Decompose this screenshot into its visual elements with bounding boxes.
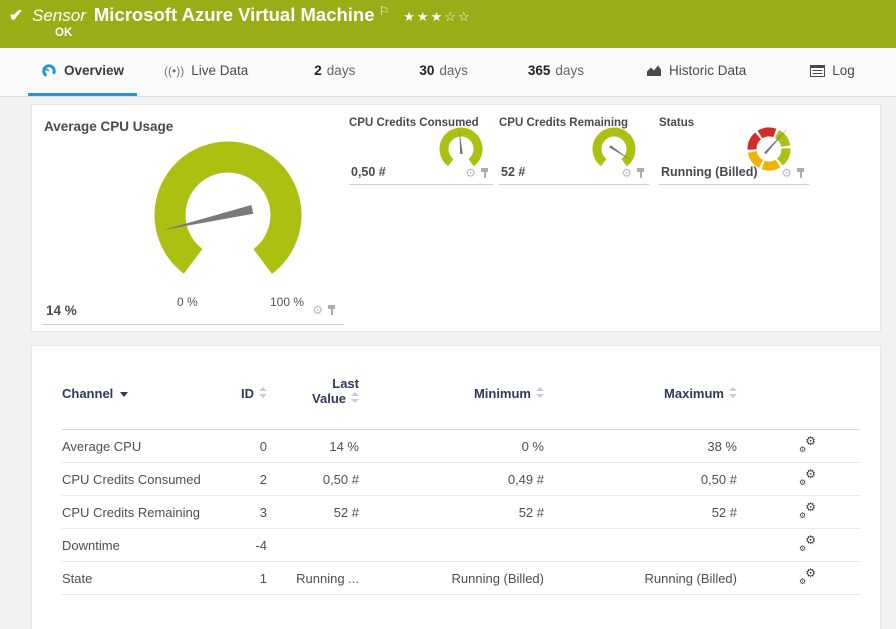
tab-2-days[interactable]: 2 days [301, 48, 368, 96]
tab-log[interactable]: Log [797, 48, 868, 96]
average-cpu-gauge [128, 127, 328, 303]
gauge-panel-average-cpu: Average CPU Usage 0 % 100 % 14 % ⚙ [42, 111, 344, 325]
table-row-average-cpu[interactable]: Average CPU 0 14 % 0 % 38 % ⚙⚙ [62, 430, 860, 463]
channel-id: 1 [237, 571, 267, 586]
stars-empty[interactable]: ☆☆ [444, 9, 471, 24]
credits-consumed-value: 0,50 # [351, 165, 386, 179]
log-icon [810, 65, 825, 77]
channel-settings-gears-icon[interactable]: ⚙⚙ [799, 470, 816, 485]
gauge-settings-gear-icon[interactable]: ⚙ [312, 304, 323, 316]
sort-arrows-icon[interactable] [729, 387, 737, 398]
tab-365-days-number: 365 [528, 63, 551, 78]
sort-caret-icon[interactable] [120, 392, 128, 397]
credits-consumed-gauge [433, 125, 489, 173]
tab-overview-label: Overview [64, 63, 124, 78]
sensor-status-banner: ✔ Sensor Microsoft Azure Virtual Machine ⚐… [0, 0, 896, 48]
channel-maximum: Running (Billed) [544, 571, 737, 586]
status-value: Running (Billed) [661, 165, 758, 179]
column-header-minimum[interactable]: Minimum [359, 376, 544, 401]
channel-minimum: Running (Billed) [359, 571, 544, 586]
tab-live-data-label: Live Data [191, 63, 248, 78]
sort-arrows-icon[interactable] [351, 392, 359, 403]
channel-settings-gears-icon[interactable]: ⚙⚙ [799, 437, 816, 452]
tab-2-days-unit: days [327, 63, 356, 78]
gauge-settings-gear-icon[interactable]: ⚙ [621, 167, 632, 179]
tab-historic-data[interactable]: Historic Data [633, 48, 759, 96]
channel-id: 3 [237, 505, 267, 520]
sort-arrows-icon[interactable] [536, 387, 544, 398]
table-row-downtime[interactable]: Downtime -4 ⚙⚙ [62, 529, 860, 562]
stars-filled[interactable]: ★★★ [403, 9, 444, 24]
ok-check-icon: ✔ [9, 6, 23, 26]
gauge-settings-gear-icon[interactable]: ⚙ [781, 167, 792, 179]
channel-name: CPU Credits Remaining [62, 505, 237, 520]
gauge-pin-icon[interactable] [480, 168, 489, 179]
priority-stars[interactable]: ★★★☆☆ [403, 9, 471, 24]
overview-gauges-card: Average CPU Usage 0 % 100 % 14 % ⚙ CPU C… [31, 104, 881, 332]
channel-last-value: Running ... [267, 571, 359, 586]
gauge-icon [41, 63, 57, 78]
column-header-channel[interactable]: Channel [62, 376, 237, 401]
table-row-credits-remaining[interactable]: CPU Credits Remaining 3 52 # 52 # 52 # ⚙… [62, 496, 860, 529]
channel-maximum: 52 # [544, 505, 737, 520]
channels-table-header: Channel ID Last Value Minimum Maximum [62, 346, 860, 430]
channel-last-value: 52 # [267, 505, 359, 520]
live-data-icon: ((•)) [164, 64, 184, 78]
gauge-max-label: 100 % [270, 295, 304, 309]
channel-name: Average CPU [62, 439, 237, 454]
flag-icon[interactable]: ⚐ [379, 4, 390, 18]
channel-id: 0 [237, 439, 267, 454]
gauge-pin-icon[interactable] [327, 305, 336, 316]
average-cpu-value: 14 % [46, 303, 77, 318]
tab-30-days-number: 30 [419, 63, 434, 78]
credits-remaining-value: 52 # [501, 165, 525, 179]
channel-maximum: 0,50 # [544, 472, 737, 487]
sort-arrows-icon[interactable] [259, 387, 267, 398]
channel-settings-gears-icon[interactable]: ⚙⚙ [799, 569, 816, 584]
gauge-pin-icon[interactable] [636, 168, 645, 179]
table-row-state[interactable]: State 1 Running ... Running (Billed) Run… [62, 562, 860, 595]
tab-30-days[interactable]: 30 days [406, 48, 481, 96]
channel-settings-gears-icon[interactable]: ⚙⚙ [799, 536, 816, 551]
tab-365-days-unit: days [555, 63, 584, 78]
channel-name: State [62, 571, 237, 586]
channel-id: -4 [237, 538, 267, 553]
channel-maximum: 38 % [544, 439, 737, 454]
channel-settings-gears-icon[interactable]: ⚙⚙ [799, 503, 816, 518]
channel-name: Downtime [62, 538, 237, 553]
channel-minimum: 52 # [359, 505, 544, 520]
table-row-credits-consumed[interactable]: CPU Credits Consumed 2 0,50 # 0,49 # 0,5… [62, 463, 860, 496]
column-header-id[interactable]: ID [237, 376, 267, 401]
tab-2-days-number: 2 [314, 63, 322, 78]
channel-minimum: 0 % [359, 439, 544, 454]
channel-minimum: 0,49 # [359, 472, 544, 487]
channel-last-value: 0,50 # [267, 472, 359, 487]
column-header-last-value[interactable]: Last Value [267, 376, 359, 406]
gauge-panel-status: Status Running (Billed) ⚙ [659, 111, 809, 185]
column-header-maximum[interactable]: Maximum [544, 376, 737, 401]
tab-365-days[interactable]: 365 days [515, 48, 597, 96]
credits-remaining-gauge [586, 125, 642, 173]
tab-log-label: Log [832, 63, 855, 78]
tab-overview[interactable]: Overview [28, 48, 137, 96]
channels-table-card: Channel ID Last Value Minimum Maximum Av… [31, 345, 881, 629]
channel-name: CPU Credits Consumed [62, 472, 237, 487]
object-type-label: Sensor [32, 6, 86, 25]
gauge-min-label: 0 % [177, 295, 198, 309]
gauge-settings-gear-icon[interactable]: ⚙ [465, 167, 476, 179]
tab-historic-data-label: Historic Data [669, 63, 746, 78]
gauge-panel-credits-consumed: CPU Credits Consumed 0,50 # ⚙ [349, 111, 493, 185]
sensor-status-text: OK [55, 27, 72, 39]
historic-data-icon [646, 64, 662, 77]
sensor-title: Microsoft Azure Virtual Machine [94, 4, 375, 25]
channel-id: 2 [237, 472, 267, 487]
gauge-panel-credits-remaining: CPU Credits Remaining 52 # ⚙ [499, 111, 649, 185]
tab-bar: Overview ((•)) Live Data 2 days 30 days … [0, 48, 896, 97]
tab-30-days-unit: days [439, 63, 468, 78]
channel-last-value: 14 % [267, 439, 359, 454]
tab-live-data[interactable]: ((•)) Live Data [151, 48, 261, 96]
gauge-pin-icon[interactable] [796, 168, 805, 179]
